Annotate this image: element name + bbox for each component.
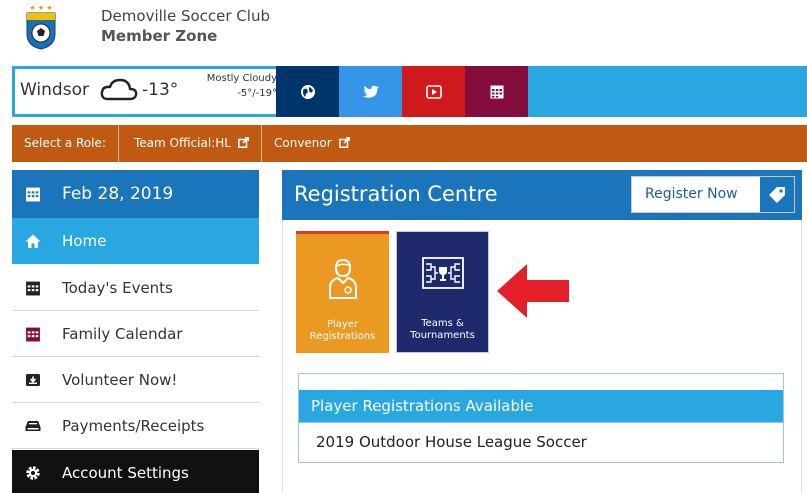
tag-icon: [760, 177, 794, 212]
role-convenor-label: Convenor: [274, 136, 332, 150]
teams-tournaments-tile[interactable]: Teams & Tournaments: [396, 231, 489, 353]
inbox-icon: [26, 373, 40, 386]
website-button[interactable]: [276, 66, 339, 117]
sidebar-item-label: Account Settings: [62, 464, 189, 482]
sidebar: Feb 28, 2019 Home Today's Events Family …: [12, 170, 259, 493]
sidebar-item-todays-events[interactable]: Today's Events: [12, 265, 259, 311]
sidebar-item-label: Today's Events: [62, 278, 173, 297]
list-item[interactable]: 2019 Outdoor House League Soccer: [299, 422, 783, 460]
calendar-icon: [26, 281, 40, 295]
home-icon: [25, 234, 41, 248]
sidebar-item-account-settings[interactable]: Account Settings: [12, 450, 259, 493]
role-convenor[interactable]: Convenor: [262, 125, 362, 162]
role-bar: Select a Role: Team Official:HL Convenor: [12, 125, 807, 162]
tournament-bracket-icon: [421, 257, 464, 289]
teams-tournaments-label: Teams & Tournaments: [397, 318, 488, 342]
sidebar-item-payments-receipts[interactable]: Payments/Receipts: [12, 403, 259, 449]
weather-widget[interactable]: Windsor -13° Mostly Cloudy -5°/-19°: [15, 69, 283, 114]
sidebar-item-label: Home: [62, 232, 107, 250]
role-select-label: Select a Role:: [12, 125, 119, 162]
sidebar-item-family-calendar[interactable]: Family Calendar: [12, 311, 259, 357]
tile-label-line: Registrations: [309, 331, 376, 342]
sidebar-date-label: Feb 28, 2019: [62, 184, 174, 204]
player-registrations-label: Player Registrations: [296, 319, 389, 343]
role-team-official[interactable]: Team Official:HL: [122, 125, 262, 162]
youtube-button[interactable]: [402, 66, 465, 117]
red-arrow-icon: [497, 264, 569, 318]
tile-label-line: Tournaments: [410, 330, 475, 341]
sidebar-item-label: Family Calendar: [62, 324, 183, 343]
twitter-icon: [362, 85, 379, 98]
payment-icon: [25, 420, 41, 431]
player-registrations-tile[interactable]: Player Registrations: [296, 231, 389, 353]
sidebar-date: Feb 28, 2019: [12, 170, 259, 218]
sidebar-item-label: Volunteer Now!: [62, 370, 178, 389]
gear-icon: [26, 466, 40, 480]
player-icon: [328, 258, 357, 299]
player-registrations-available-panel: Player Registrations Available 2019 Outd…: [298, 373, 784, 463]
registration-item-label: 2019 Outdoor House League Soccer: [316, 433, 587, 451]
available-panel-header: Player Registrations Available: [299, 390, 783, 422]
sidebar-item-volunteer-now[interactable]: Volunteer Now!: [12, 357, 259, 403]
club-name: Demoville Soccer Club: [101, 7, 270, 25]
external-link-icon: [338, 137, 350, 148]
cloud-icon: [100, 78, 138, 101]
globe-icon: [300, 84, 315, 99]
sidebar-item-home[interactable]: Home: [12, 218, 259, 264]
calendar-icon: [26, 187, 40, 202]
sidebar-item-label: Payments/Receipts: [62, 416, 205, 435]
twitter-button[interactable]: [339, 66, 402, 117]
youtube-icon: [425, 84, 442, 99]
tile-label-line: Teams &: [421, 318, 464, 329]
top-bar: Windsor -13° Mostly Cloudy -5°/-19°: [12, 66, 807, 117]
available-panel-title: Player Registrations Available: [311, 397, 534, 415]
weather-city: Windsor: [20, 80, 89, 100]
weather-temperature: -13°: [142, 80, 179, 100]
calendar-icon: [26, 327, 40, 341]
registration-centre-header: Registration Centre Register Now: [282, 170, 802, 220]
svg-text:★ ★ ★: ★ ★ ★: [29, 4, 52, 12]
member-zone-title: Member Zone: [101, 27, 218, 45]
tile-label-line: Player: [326, 319, 359, 330]
club-logo[interactable]: ★ ★ ★: [24, 4, 58, 50]
role-team-official-label: Team Official:HL: [134, 136, 231, 150]
register-now-button[interactable]: Register Now: [631, 176, 795, 213]
weather-condition: Mostly Cloudy: [206, 73, 277, 84]
registration-centre-title: Registration Centre: [294, 182, 498, 206]
register-now-label: Register Now: [645, 186, 738, 202]
calendar-button[interactable]: [465, 66, 528, 117]
calendar-icon: [490, 85, 503, 99]
external-link-icon: [237, 137, 249, 148]
weather-range: -5°/-19°: [237, 88, 277, 99]
